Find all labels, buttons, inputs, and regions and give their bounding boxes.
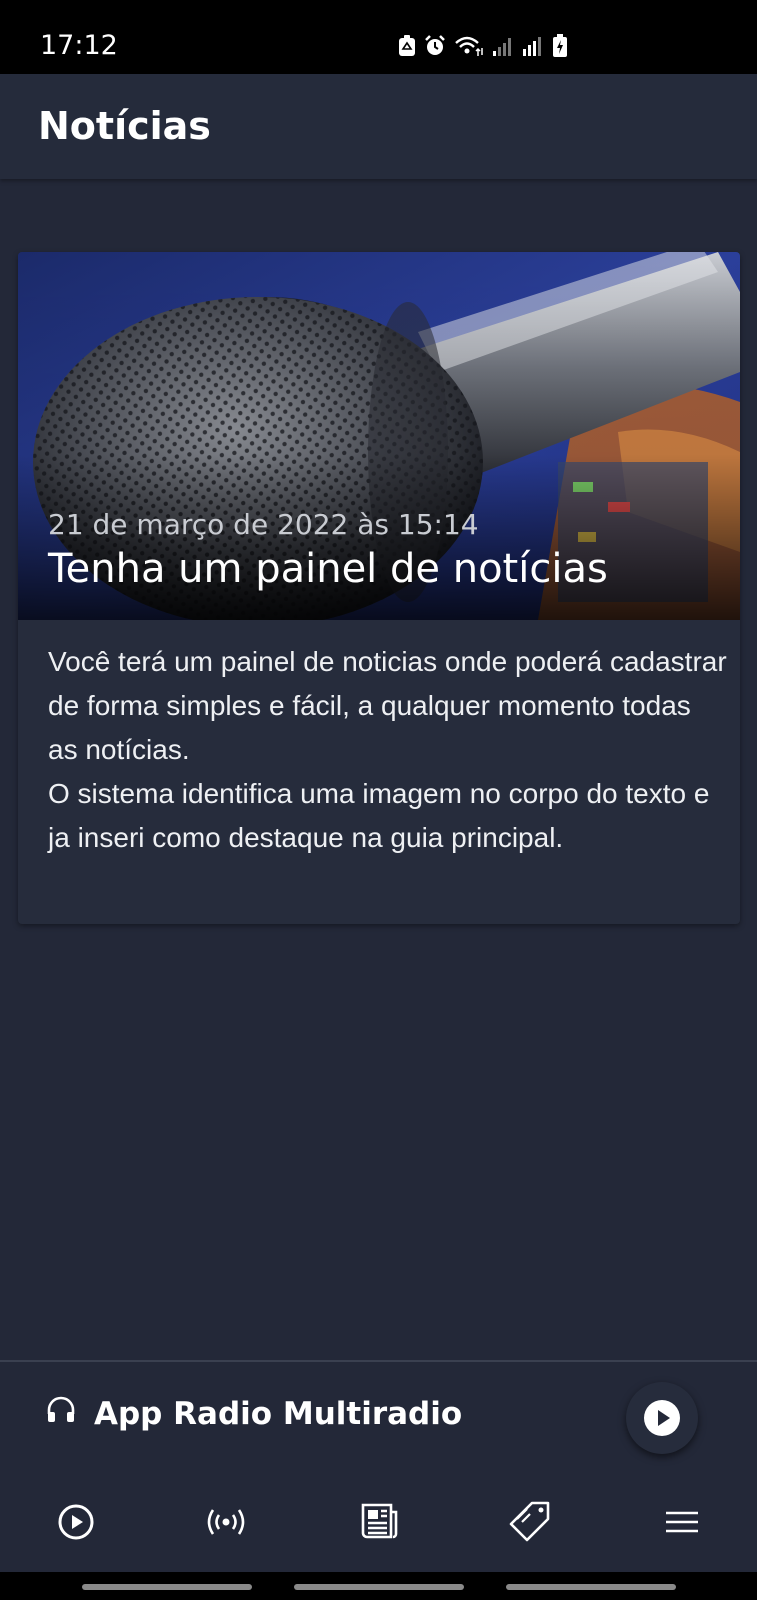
play-circle-icon [58,1504,94,1540]
news-body-paragraph: O sistema identifica uma imagem no corpo… [48,778,710,853]
news-date: 21 de março de 2022 às 15:14 [48,508,479,541]
news-body: Você terá um painel de noticias onde pod… [48,640,728,860]
signal-icon [523,37,541,56]
status-bar: 17:12 [0,0,757,74]
status-time: 17:12 [40,30,118,61]
broadcast-icon [207,1509,245,1535]
gesture-pill[interactable] [82,1584,252,1590]
station-name: App Radio Multiradio [94,1396,463,1432]
recycle-notification-icon [399,35,415,56]
headphones-icon [47,1396,75,1422]
app-bar: Notícias [0,74,757,179]
wifi-icon [455,36,483,56]
signal-weak-icon [493,38,511,56]
bottom-nav [0,1472,757,1572]
system-gesture-bar [0,1572,757,1600]
news-image: 21 de março de 2022 às 15:14 Tenha um pa… [18,252,740,620]
gesture-pill[interactable] [506,1584,676,1590]
mini-player[interactable]: App Radio Multiradio [0,1360,757,1472]
news-body-paragraph: Você terá um painel de noticias onde pod… [48,646,727,765]
alarm-icon [425,35,445,55]
menu-icon [666,1511,698,1533]
status-icons [398,34,568,58]
play-icon [644,1400,680,1436]
play-button[interactable] [626,1382,698,1454]
nav-item-player[interactable] [46,1492,106,1552]
newspaper-icon [361,1503,398,1539]
nav-item-live[interactable] [196,1492,256,1552]
nav-item-promotions[interactable] [500,1492,560,1552]
tag-icon [509,1501,550,1542]
nav-item-menu[interactable] [652,1492,712,1552]
nav-item-news[interactable] [349,1492,409,1552]
gesture-pill[interactable] [294,1584,464,1590]
battery-charging-icon [553,34,567,57]
page-title: Notícias [38,104,211,148]
news-title[interactable]: Tenha um painel de notícias [48,546,608,592]
news-card[interactable]: 21 de março de 2022 às 15:14 Tenha um pa… [18,252,740,924]
